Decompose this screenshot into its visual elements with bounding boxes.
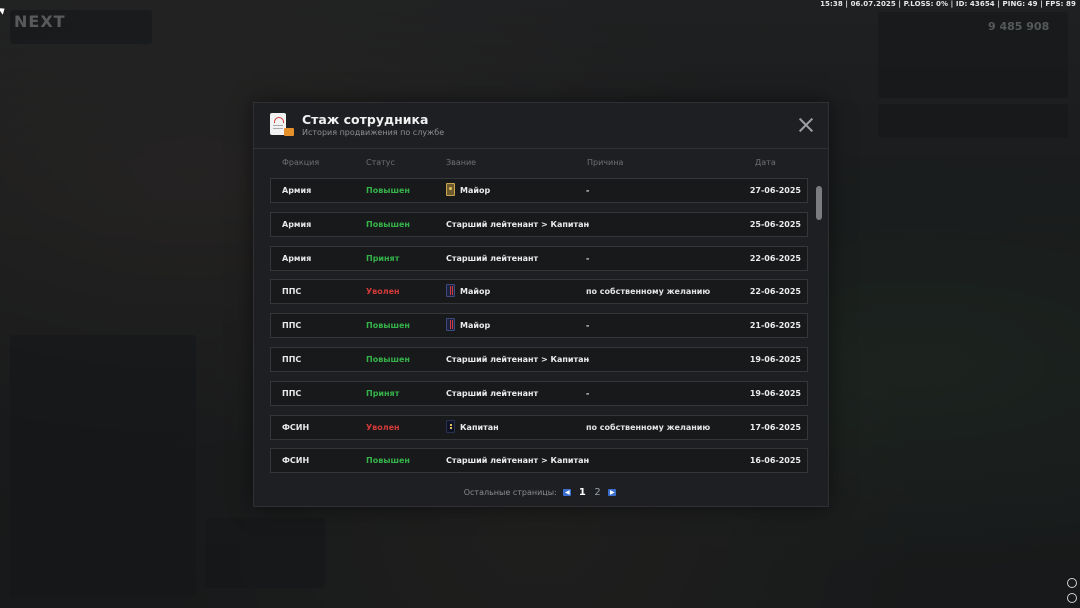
rank-insignia-icon [446, 183, 455, 196]
row-reason: - [586, 388, 590, 398]
settings-icon [1067, 593, 1077, 603]
table-scrollbar[interactable] [816, 186, 822, 220]
page-1-button[interactable]: 1 [579, 487, 586, 498]
row-reason: по собственному желанию [586, 422, 711, 432]
row-reason: - [586, 321, 590, 331]
column-header-rank: Звание [446, 158, 477, 167]
table-row: ППС Принят Старший лейтенант - 19-06-2025 [270, 380, 808, 406]
row-status: Принят [366, 388, 400, 398]
row-date: 19-06-2025 [749, 355, 801, 364]
pagination-label: Остальные страницы: [463, 488, 557, 497]
row-rank: Майор [446, 314, 490, 337]
pagination: Остальные страницы: ◀ 1 2 ▶ [254, 487, 828, 498]
row-rank-label: Капитан [460, 422, 499, 432]
column-header-reason: Причина [587, 158, 624, 167]
modal-title: Стаж сотрудника [302, 112, 429, 127]
row-date: 22-06-2025 [749, 253, 801, 263]
chevron-left-icon[interactable]: ◀ [563, 489, 572, 496]
row-reason: - [586, 253, 590, 263]
row-faction: ФСИН [282, 456, 310, 466]
row-faction: Армия [282, 253, 312, 263]
table-row: Армия Принят Старший лейтенант - 22-06-2025 [270, 245, 808, 271]
row-status: Уволен [366, 422, 400, 432]
hud-logo: NEXT [14, 12, 66, 31]
table-row: Армия Повышен Майор - 27-06-2025 [270, 178, 808, 203]
row-status: Принят [366, 253, 400, 263]
hud-info-panel [878, 104, 1068, 138]
row-date: 17-06-2025 [749, 422, 801, 432]
row-rank-label: Майор [460, 186, 491, 195]
row-reason: - [586, 355, 590, 364]
row-faction: ФСИН [282, 422, 310, 432]
row-status: Уволен [366, 287, 400, 297]
table-row: ФСИН Уволен Капитан по собственному желанию… [270, 414, 808, 440]
table-row: ППС Повышен Старший лейтенант > Капитан - 19… [270, 347, 808, 372]
service-record-modal: Стаж сотрудника История продвижения по с… [253, 102, 829, 507]
row-date: 22-06-2025 [749, 287, 801, 297]
row-rank-label: Майор [460, 321, 491, 331]
row-rank-label: Майор [460, 287, 491, 297]
row-rank: Майор [446, 179, 490, 202]
row-rank-label: Старший лейтенант > Капитан [446, 456, 590, 466]
row-faction: Армия [282, 186, 312, 195]
table-row: ФСИН Повышен Старший лейтенант > Капитан - 1… [270, 448, 808, 473]
chevron-right-icon[interactable]: ▶ [608, 489, 617, 496]
row-reason: - [586, 219, 590, 229]
table-row: ППС Повышен Майор - 21-06-2025 [270, 313, 808, 339]
row-status: Повышен [366, 456, 410, 466]
row-reason: - [586, 456, 590, 466]
table-row: ППС Уволен Майор по собственному желанию 22-… [270, 279, 808, 305]
column-header-status: Статус [366, 158, 395, 167]
hud-inventory-panel [205, 518, 325, 588]
row-rank: Старший лейтенант > Капитан [446, 449, 589, 472]
row-date: 25-06-2025 [749, 219, 801, 229]
row-rank: Старший лейтенант > Капитан [446, 213, 589, 236]
row-date: 27-06-2025 [749, 186, 801, 195]
row-faction: ППС [282, 388, 302, 398]
row-rank-label: Старший лейтенант [446, 388, 539, 398]
row-reason: по собственному желанию [586, 287, 711, 297]
hud-phone-panel [10, 335, 196, 597]
microphone-icon [1067, 578, 1077, 588]
row-status: Повышен [366, 321, 410, 331]
row-faction: ППС [282, 321, 302, 331]
rank-insignia-icon [446, 419, 455, 433]
row-rank-label: Старший лейтенант [446, 253, 539, 263]
row-rank-label: Старший лейтенант > Капитан [446, 355, 590, 364]
column-header-date: Дата [755, 158, 776, 167]
briefcase-badge-icon [284, 128, 294, 136]
row-reason: - [586, 186, 590, 195]
row-rank: Старший лейтенант [446, 247, 538, 270]
hud-status-line: 15:38 | 06.07.2025 | P.LOSS: 0% | ID: 43… [820, 0, 1076, 8]
modal-subtitle: История продвижения по службе [302, 128, 445, 137]
modal-header: Стаж сотрудника История продвижения по с… [254, 103, 828, 149]
row-status: Повышен [366, 186, 410, 195]
rank-insignia-icon [446, 318, 455, 332]
row-faction: ППС [282, 287, 302, 297]
row-status: Повышен [366, 355, 410, 364]
row-faction: Армия [282, 219, 312, 229]
row-rank: Капитан [446, 416, 499, 439]
row-status: Повышен [366, 219, 410, 229]
row-faction: ППС [282, 355, 302, 364]
history-table[interactable]: Армия Повышен Майор - 27-06-2025 Армия Повышен… [270, 177, 810, 473]
row-rank: Старший лейтенант > Капитан [446, 348, 589, 371]
row-date: 21-06-2025 [749, 321, 801, 331]
row-date: 16-06-2025 [749, 456, 801, 466]
table-row: Армия Повышен Старший лейтенант > Капитан -… [270, 211, 808, 237]
close-icon[interactable] [798, 117, 814, 133]
hud-money: 9 485 908 [988, 20, 1050, 33]
row-rank-label: Старший лейтенант > Капитан [446, 219, 590, 229]
row-rank: Майор [446, 280, 490, 303]
column-header-faction: Фракция [282, 158, 320, 167]
rank-insignia-icon [446, 284, 455, 298]
row-date: 19-06-2025 [749, 388, 801, 398]
page-2-button[interactable]: 2 [594, 487, 600, 498]
row-rank: Старший лейтенант [446, 382, 538, 405]
